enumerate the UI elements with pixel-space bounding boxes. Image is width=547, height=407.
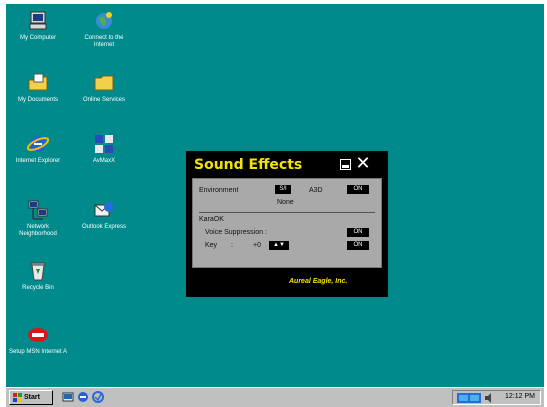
settings-panel: Environment S/I A3D ON None KaraOK Voice… [192, 178, 382, 268]
key-value: +0 [253, 242, 261, 249]
desktop-icon-msn-setup[interactable]: Setup MSN Internet A [7, 324, 69, 356]
desktop: My Computer My Documents Internet Explor… [6, 4, 544, 387]
start-label: Start [24, 394, 40, 401]
desktop-icon-my-computer[interactable]: My Computer [7, 10, 69, 42]
desktop-icon-label: Network Neighborhood [19, 224, 57, 237]
a3d-toggle-button[interactable]: ON [347, 185, 369, 194]
close-icon: ✕ [355, 153, 371, 174]
close-button[interactable]: ✕ [354, 153, 372, 174]
clock: 12:12 PM [505, 393, 535, 400]
msn-setup-icon [28, 328, 48, 342]
desktop-icon-label: Outlook Express [81, 224, 127, 230]
voice-suppression-label: Voice Suppression : [205, 229, 267, 236]
key-label: Key [205, 242, 218, 249]
taskbar: Start 12:12 PM [6, 387, 544, 407]
environment-value: None [277, 199, 294, 206]
desktop-icon-label: AvMaxX [92, 158, 116, 164]
internet-explorer-quicklaunch-icon[interactable] [77, 391, 89, 403]
show-desktop-icon[interactable] [62, 391, 74, 403]
windows-logo-icon [13, 393, 22, 402]
desktop-icon-label: My Documents [17, 97, 58, 103]
key-colon: : [231, 242, 233, 249]
desktop-icon-label: Online Services [82, 97, 126, 103]
desktop-icon-outlook-express[interactable]: Outlook Express [73, 199, 135, 231]
screen: My Computer My Documents Internet Explor… [0, 0, 547, 407]
divider [199, 212, 375, 213]
desktop-icon-avmaxx[interactable]: AvMaxX [73, 133, 135, 165]
a3d-label: A3D [309, 187, 323, 194]
karaoke-label: KaraOK [199, 216, 224, 223]
network-status-icon[interactable] [457, 393, 481, 403]
outlook-express-icon [94, 202, 114, 217]
footer-brand: Aureal Eagle, Inc. [289, 278, 348, 285]
desktop-icon-recycle-bin[interactable]: Recycle Bin [7, 260, 69, 292]
desktop-icon-connect-internet[interactable]: Connect to the Internet [73, 10, 135, 49]
desktop-icon-label: Recycle Bin [22, 285, 54, 291]
outlook-express-quicklaunch-icon[interactable] [92, 391, 104, 403]
voice-suppression-button[interactable]: ON [347, 228, 369, 237]
key-adjust-button[interactable]: ▲▼ [269, 241, 289, 250]
desktop-icon-label: Internet Explorer [15, 158, 61, 164]
start-button[interactable]: Start [9, 390, 53, 405]
desktop-icon-internet-explorer[interactable]: Internet Explorer [7, 133, 69, 165]
minimize-button[interactable] [340, 159, 351, 170]
window-title: Sound Effects [194, 157, 303, 173]
my-computer-icon [29, 11, 47, 30]
volume-icon[interactable] [484, 393, 494, 403]
environment-label: Environment [199, 187, 239, 194]
avmaxx-icon [95, 135, 113, 153]
desktop-icon-online-services[interactable]: Online Services [73, 72, 135, 104]
desktop-icon-label: Setup MSN Internet A [8, 349, 68, 355]
desktop-icon-label: Connect to the Internet [84, 35, 124, 48]
online-services-icon [94, 75, 114, 91]
desktop-icon-my-documents[interactable]: My Documents [7, 72, 69, 104]
network-neighborhood-icon [28, 200, 48, 220]
environment-button[interactable]: S/I [275, 185, 291, 194]
my-documents-icon [28, 73, 48, 91]
desktop-icon-label: My Computer [19, 35, 56, 41]
connect-internet-icon [96, 12, 112, 29]
system-tray: 12:12 PM [452, 390, 541, 405]
recycle-bin-icon [30, 262, 46, 281]
sound-effects-window[interactable]: Sound Effects ✕ Environment S/I A3D ON N… [186, 151, 388, 297]
key-toggle-button[interactable]: ON [347, 241, 369, 250]
internet-explorer-icon [27, 136, 49, 152]
desktop-icon-network-neighborhood[interactable]: Network Neighborhood [7, 199, 69, 238]
